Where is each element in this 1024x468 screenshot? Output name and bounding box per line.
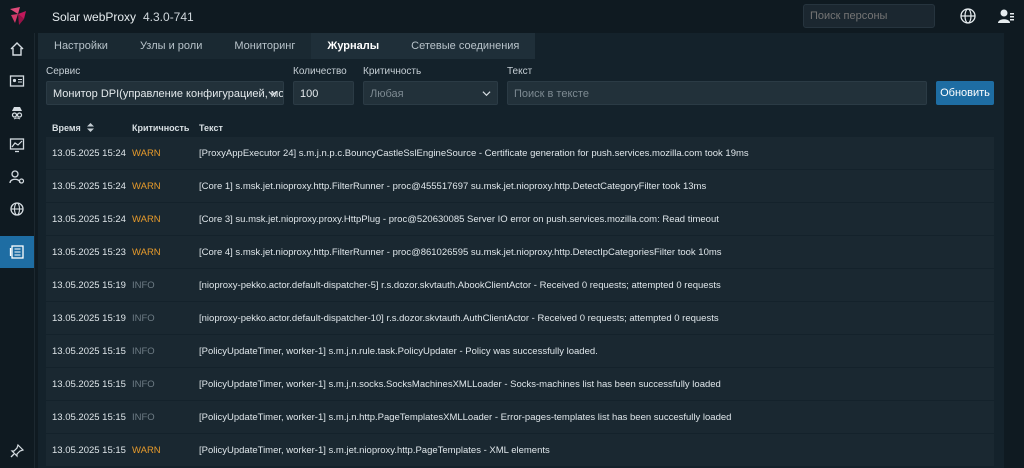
- sidebar-item-user-settings[interactable]: [0, 161, 34, 193]
- table-row[interactable]: 13.05.2025 15:19 INFO [nioproxy-pekko.acto…: [46, 269, 994, 302]
- network-globe-icon: [10, 202, 24, 216]
- tab-logs[interactable]: Журналы: [311, 33, 396, 59]
- row-text: [PolicyUpdateTimer, worker-1] s.m.jet.ni…: [199, 445, 550, 456]
- row-severity: WARN: [132, 247, 161, 258]
- row-severity: WARN: [132, 445, 161, 456]
- header-time-label: Время: [52, 123, 81, 133]
- row-severity: INFO: [132, 379, 155, 390]
- globe-icon[interactable]: [959, 7, 977, 25]
- row-text: [nioproxy-pekko.actor.default-dispatcher…: [199, 280, 721, 291]
- app-version: 4.3.0-741: [143, 10, 194, 24]
- text-label: Текст: [507, 66, 533, 77]
- top-bar: Solar webProxy 4.3.0-741: [0, 0, 1024, 33]
- table-row[interactable]: 13.05.2025 15:24 WARN [Core 1] s.msk.jet.n…: [46, 170, 994, 203]
- sidebar-item-monitoring[interactable]: [0, 129, 34, 161]
- chevron-down-icon: [482, 91, 491, 97]
- text-search-input[interactable]: Поиск в тексте: [507, 81, 927, 105]
- tab-network-connections[interactable]: Сетевые соединения: [395, 33, 536, 59]
- row-text: [PolicyUpdateTimer, worker-1] s.m.j.n.so…: [199, 379, 721, 390]
- row-text: [PolicyUpdateTimer, worker-1] s.m.j.n.ru…: [199, 346, 598, 357]
- sidebar-pin[interactable]: [0, 435, 34, 467]
- sidebar-item-incognito[interactable]: [0, 97, 34, 129]
- table-row[interactable]: 13.05.2025 15:24 WARN [ProxyAppExecutor 24…: [46, 137, 994, 170]
- row-time: 13.05.2025 15:15: [52, 445, 126, 456]
- journal-icon: [9, 245, 24, 259]
- main-panel: Настройки Узлы и роли Мониторинг Журналы…: [38, 33, 1004, 468]
- text-search-placeholder: Поиск в тексте: [514, 88, 589, 100]
- app-title: Solar webProxy: [52, 10, 137, 24]
- count-label: Количество: [293, 66, 347, 77]
- chart-monitor-icon: [9, 138, 25, 153]
- table-row[interactable]: 13.05.2025 15:15 INFO [PolicyUpdateTimer, …: [46, 401, 994, 434]
- row-time: 13.05.2025 15:24: [52, 214, 126, 225]
- row-severity: INFO: [132, 412, 155, 423]
- service-select[interactable]: Монитор DPI(управление конфигурацией, мо…: [46, 81, 284, 105]
- tab-monitoring[interactable]: Мониторинг: [218, 33, 312, 59]
- tab-settings[interactable]: Настройки: [38, 33, 124, 59]
- severity-select-placeholder: Любая: [370, 88, 404, 100]
- table-row[interactable]: 13.05.2025 15:23 WARN [Core 4] s.msk.jet.n…: [46, 236, 994, 269]
- pin-icon: [10, 443, 25, 458]
- row-text: [Core 1] s.msk.jet.nioproxy.http.FilterR…: [199, 181, 707, 192]
- table-header: Время Критичность Текст: [46, 119, 994, 137]
- spy-icon: [11, 107, 23, 120]
- table-row[interactable]: 13.05.2025 15:15 INFO [PolicyUpdateTimer, …: [46, 368, 994, 401]
- row-time: 13.05.2025 15:19: [52, 280, 126, 291]
- row-time: 13.05.2025 15:15: [52, 346, 126, 357]
- refresh-button[interactable]: Обновить: [936, 81, 994, 105]
- row-time: 13.05.2025 15:19: [52, 313, 126, 324]
- header-text[interactable]: Текст: [199, 123, 223, 133]
- tab-nodes-roles[interactable]: Узлы и роли: [123, 33, 219, 59]
- service-select-value: Монитор DPI(управление конфигурацией, мо…: [53, 88, 284, 100]
- logs-table: Время Критичность Текст 13.05.2025 15:24…: [46, 119, 994, 467]
- sidebar: [0, 33, 35, 468]
- row-text: [Core 3] su.msk.jet.nioproxy.proxy.HttpP…: [199, 214, 719, 225]
- count-input-value: 100: [300, 88, 319, 100]
- user-menu-icon[interactable]: [997, 7, 1015, 25]
- row-time: 13.05.2025 15:15: [52, 412, 126, 423]
- table-row[interactable]: 13.05.2025 15:19 INFO [nioproxy-pekko.acto…: [46, 302, 994, 335]
- row-time: 13.05.2025 15:23: [52, 247, 126, 258]
- severity-label: Критичность: [363, 66, 422, 77]
- sidebar-item-home[interactable]: [0, 33, 34, 65]
- header-severity[interactable]: Критичность: [132, 123, 189, 133]
- home-icon: [10, 42, 24, 56]
- row-severity: INFO: [132, 313, 155, 324]
- row-time: 13.05.2025 15:24: [52, 181, 126, 192]
- sort-icon: [87, 123, 95, 132]
- user-gear-icon: [9, 170, 25, 184]
- service-label: Сервис: [46, 66, 81, 77]
- person-search-input[interactable]: [803, 4, 935, 28]
- row-time: 13.05.2025 15:24: [52, 148, 126, 159]
- tab-bar: Настройки Узлы и роли Мониторинг Журналы…: [38, 33, 536, 59]
- table-body: 13.05.2025 15:24 WARN [ProxyAppExecutor 24…: [46, 137, 994, 467]
- sidebar-item-contacts[interactable]: [0, 65, 34, 97]
- row-time: 13.05.2025 15:15: [52, 379, 126, 390]
- row-severity: WARN: [132, 181, 161, 192]
- logo-icon: [10, 7, 26, 25]
- row-text: [nioproxy-pekko.actor.default-dispatcher…: [199, 313, 719, 324]
- chevron-down-icon: [268, 91, 277, 97]
- row-severity: INFO: [132, 346, 155, 357]
- count-input[interactable]: 100: [293, 81, 354, 105]
- id-card-icon: [9, 75, 25, 87]
- header-time[interactable]: Время: [52, 123, 95, 133]
- logs-content: Сервис Монитор DPI(управление конфигурац…: [38, 59, 1004, 468]
- row-severity: INFO: [132, 280, 155, 291]
- row-text: [PolicyUpdateTimer, worker-1] s.m.j.n.ht…: [199, 412, 732, 423]
- sidebar-item-network[interactable]: [0, 193, 34, 225]
- table-row[interactable]: 13.05.2025 15:24 WARN [Core 3] su.msk.jet.…: [46, 203, 994, 236]
- table-row[interactable]: 13.05.2025 15:15 INFO [PolicyUpdateTimer, …: [46, 335, 994, 368]
- severity-select[interactable]: Любая: [363, 81, 498, 105]
- row-text: [ProxyAppExecutor 24] s.m.j.n.p.c.Bouncy…: [199, 148, 749, 159]
- row-severity: WARN: [132, 148, 161, 159]
- sidebar-item-logs[interactable]: [0, 236, 34, 268]
- table-row[interactable]: 13.05.2025 15:15 WARN [PolicyUpdateTimer, …: [46, 434, 994, 467]
- row-severity: WARN: [132, 214, 161, 225]
- row-text: [Core 4] s.msk.jet.nioproxy.http.FilterR…: [199, 247, 722, 258]
